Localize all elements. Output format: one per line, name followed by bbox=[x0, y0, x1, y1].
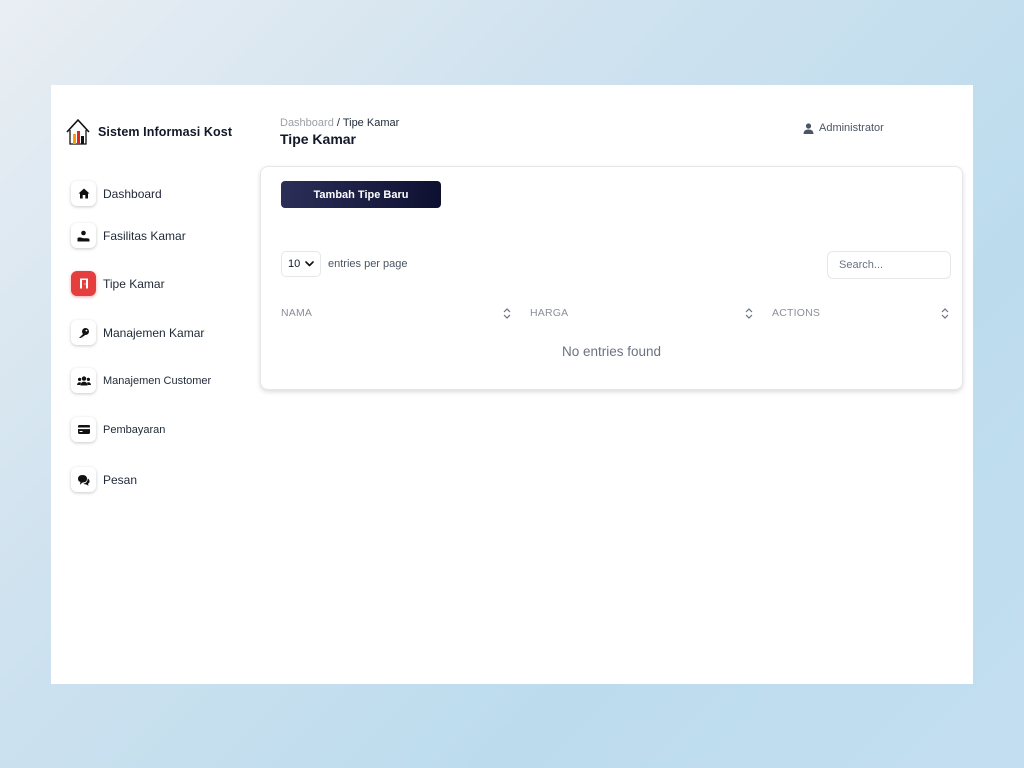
door-icon bbox=[71, 271, 96, 296]
credit-card-icon bbox=[71, 417, 96, 442]
column-header-label: ACTIONS bbox=[772, 307, 821, 319]
per-page-select[interactable]: 10 bbox=[281, 251, 321, 277]
sidebar-item-pesan[interactable]: Pesan bbox=[71, 467, 137, 492]
chevron-down-icon bbox=[305, 261, 314, 267]
breadcrumb-separator: / bbox=[333, 117, 343, 129]
sidebar-item-label: Fasilitas Kamar bbox=[103, 228, 186, 243]
sidebar-item-manajemen-customer[interactable]: Manajemen Customer bbox=[71, 368, 211, 393]
entries-per-page: 10 entries per page bbox=[281, 251, 408, 277]
search-input[interactable] bbox=[827, 251, 951, 279]
sort-icon bbox=[503, 307, 511, 319]
sidebar-item-fasilitas-kamar[interactable]: Fasilitas Kamar bbox=[71, 223, 186, 248]
user-name: Administrator bbox=[819, 122, 884, 134]
app-window: Sistem Informasi Kost Dashboard Fasilita… bbox=[51, 85, 973, 684]
sidebar-item-tipe-kamar[interactable]: Tipe Kamar bbox=[71, 271, 165, 296]
column-header-nama[interactable]: NAMA bbox=[281, 307, 511, 319]
sidebar-item-pembayaran[interactable]: Pembayaran bbox=[71, 417, 165, 442]
breadcrumb-link-dashboard[interactable]: Dashboard bbox=[280, 117, 334, 129]
sidebar-item-label: Dashboard bbox=[103, 186, 162, 201]
column-header-label: NAMA bbox=[281, 307, 313, 319]
user-icon bbox=[803, 122, 814, 134]
page-title: Tipe Kamar bbox=[280, 131, 356, 147]
brand-name: Sistem Informasi Kost bbox=[98, 125, 233, 139]
key-icon bbox=[71, 320, 96, 345]
sidebar-item-manajemen-kamar[interactable]: Manajemen Kamar bbox=[71, 320, 204, 345]
sort-icon bbox=[941, 307, 949, 319]
user-menu[interactable]: Administrator bbox=[803, 122, 884, 134]
brand[interactable]: Sistem Informasi Kost bbox=[65, 118, 232, 146]
per-page-value: 10 bbox=[288, 258, 301, 270]
house-logo-icon bbox=[66, 118, 90, 145]
sidebar-item-label: Manajemen Customer bbox=[103, 374, 212, 387]
sidebar-item-label: Pesan bbox=[103, 472, 138, 487]
hand-holding-icon bbox=[71, 223, 96, 248]
sidebar-item-label: Manajemen Kamar bbox=[103, 325, 205, 340]
add-room-type-button[interactable]: Tambah Tipe Baru bbox=[281, 181, 441, 208]
content-card: Tambah Tipe Baru 10 entries per page NAM… bbox=[260, 166, 963, 390]
sort-icon bbox=[745, 307, 753, 319]
chat-bubbles-icon bbox=[71, 467, 96, 492]
sidebar-item-dashboard[interactable]: Dashboard bbox=[71, 181, 162, 206]
column-header-label: HARGA bbox=[530, 307, 569, 319]
sidebar-item-label: Tipe Kamar bbox=[103, 276, 165, 291]
home-icon bbox=[71, 181, 96, 206]
column-header-actions[interactable]: ACTIONS bbox=[772, 307, 949, 319]
breadcrumb-current: Tipe Kamar bbox=[342, 117, 400, 129]
empty-table-message: No entries found bbox=[561, 344, 662, 359]
users-icon bbox=[71, 368, 96, 393]
breadcrumb: Dashboard / Tipe Kamar bbox=[280, 117, 399, 129]
sidebar-item-label: Pembayaran bbox=[103, 423, 166, 436]
per-page-label: entries per page bbox=[328, 258, 408, 270]
column-header-harga[interactable]: HARGA bbox=[530, 307, 753, 319]
